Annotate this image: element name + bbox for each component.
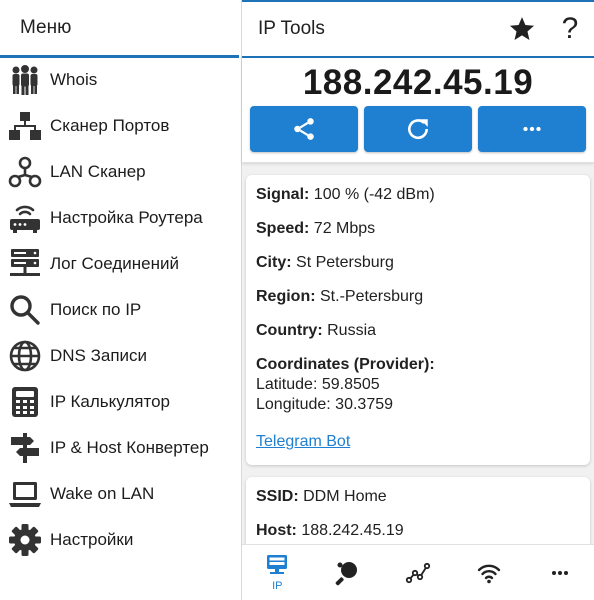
nav-ip[interactable]: IP	[242, 545, 313, 600]
menu-item-dns-records[interactable]: DNS Записи	[0, 333, 241, 379]
menu-item-lan-scanner[interactable]: LAN Сканер	[0, 149, 241, 195]
ping-pong-icon	[335, 561, 357, 585]
country-label: Country:	[256, 322, 323, 339]
menu-item-label: Сканер Портов	[50, 116, 170, 135]
wifi-icon	[477, 564, 501, 583]
nav-ip-label: IP	[272, 580, 283, 592]
connection-info-card: Signal: 100 % (-42 dBm) Speed: 72 Mbps C…	[246, 175, 590, 465]
network-tree-icon	[8, 109, 42, 143]
latitude-value: Latitude: 59.8505	[256, 376, 380, 393]
calculator-icon	[8, 385, 42, 419]
longitude-value: Longitude: 30.3759	[256, 396, 394, 413]
coordinates-label: Coordinates (Provider):	[256, 356, 435, 373]
speed-row: Speed: 72 Mbps	[256, 219, 580, 239]
menu-item-wake-on-lan[interactable]: Wake on LAN	[0, 471, 241, 517]
menu-item-label: Лог Соединений	[50, 254, 179, 273]
drawer-title: Меню	[20, 16, 72, 38]
host-row: Host: 188.242.45.19	[256, 521, 580, 541]
main-panel: IP Tools ? 188.242.45.19 Signal: 100 % (…	[241, 0, 594, 600]
ssid-value: DDM Home	[303, 488, 387, 505]
menu-item-label: DNS Записи	[50, 346, 148, 365]
nav-trace[interactable]	[383, 545, 454, 600]
speed-value: 72 Mbps	[313, 220, 376, 237]
country-value: Russia	[327, 322, 377, 339]
menu-item-router-settings[interactable]: Настройка Роутера	[0, 195, 241, 241]
signpost-icon	[8, 431, 42, 465]
menu-item-label: Настройка Роутера	[50, 208, 203, 227]
signal-row: Signal: 100 % (-42 dBm)	[256, 185, 580, 205]
signal-value: 100 % (-42 dBm)	[313, 186, 435, 203]
menu-item-whois[interactable]: Whois	[0, 57, 241, 103]
region-value: St.-Petersburg	[320, 288, 424, 305]
refresh-icon	[408, 119, 428, 140]
ssid-row: SSID: DDM Home	[256, 487, 580, 507]
menu-item-host-converter[interactable]: IP & Host Конвертер	[0, 425, 241, 471]
menu-item-settings[interactable]: Настройки	[0, 517, 241, 563]
magnifier-icon	[8, 293, 42, 327]
host-label: Host:	[256, 522, 297, 539]
share-icon	[294, 118, 314, 140]
ip-monitor-icon	[267, 555, 288, 574]
city-row: City: St Petersburg	[256, 253, 580, 273]
help-button[interactable]: ?	[546, 5, 594, 53]
trace-route-icon	[406, 562, 431, 583]
people-icon	[8, 63, 42, 97]
gear-icon	[8, 523, 42, 557]
lan-nodes-icon	[8, 155, 42, 189]
server-log-icon	[8, 247, 42, 281]
region-row: Region: St.-Petersburg	[256, 287, 580, 307]
menu-item-ip-calculator[interactable]: IP Калькулятор	[0, 379, 241, 425]
laptop-icon	[8, 477, 42, 511]
app-title: IP Tools	[258, 18, 325, 39]
city-label: City:	[256, 254, 292, 271]
menu-item-label: Wake on LAN	[50, 484, 155, 503]
star-icon	[509, 17, 535, 40]
globe-icon	[8, 339, 42, 373]
menu-item-label: LAN Сканер	[50, 162, 146, 181]
drawer-menu: Whois Сканер Портов LAN Сканер Настройка…	[0, 57, 241, 563]
navigation-drawer: Меню Whois Сканер Портов LAN Сканер Наст…	[0, 0, 241, 600]
speed-label: Speed:	[256, 220, 310, 237]
region-label: Region:	[256, 288, 316, 305]
city-value: St Petersburg	[296, 254, 394, 271]
menu-item-ip-lookup[interactable]: Поиск по IP	[0, 287, 241, 333]
signal-label: Signal:	[256, 186, 310, 203]
app-bar: IP Tools ?	[242, 0, 594, 58]
telegram-bot-link[interactable]: Telegram Bot	[256, 433, 350, 451]
menu-item-label: IP Калькулятор	[50, 392, 170, 411]
ip-address: 188.242.45.19	[302, 63, 534, 102]
question-icon: ?	[561, 12, 579, 45]
more-icon	[523, 126, 541, 132]
host-value: 188.242.45.19	[301, 522, 404, 539]
ssid-label: SSID:	[256, 488, 299, 505]
country-row: Country: Russia	[256, 321, 580, 341]
more-icon	[551, 570, 568, 575]
nav-more[interactable]	[524, 545, 594, 600]
menu-item-label: Настройки	[50, 530, 134, 549]
menu-item-label: Whois	[50, 70, 98, 89]
action-buttons	[250, 106, 586, 152]
favorite-button[interactable]	[498, 5, 546, 53]
menu-item-connection-log[interactable]: Лог Соединений	[0, 241, 241, 287]
bottom-navigation: IP	[242, 544, 594, 600]
nav-wifi[interactable]	[454, 545, 525, 600]
more-actions-button[interactable]	[478, 106, 586, 152]
nav-ping[interactable]	[313, 545, 384, 600]
share-button[interactable]	[250, 106, 358, 152]
menu-item-port-scanner[interactable]: Сканер Портов	[0, 103, 241, 149]
menu-item-label: Поиск по IP	[50, 300, 142, 319]
menu-item-label: IP & Host Конвертер	[50, 438, 209, 457]
ip-card: 188.242.45.19	[242, 58, 594, 163]
refresh-button[interactable]	[364, 106, 472, 152]
router-icon	[8, 201, 42, 235]
